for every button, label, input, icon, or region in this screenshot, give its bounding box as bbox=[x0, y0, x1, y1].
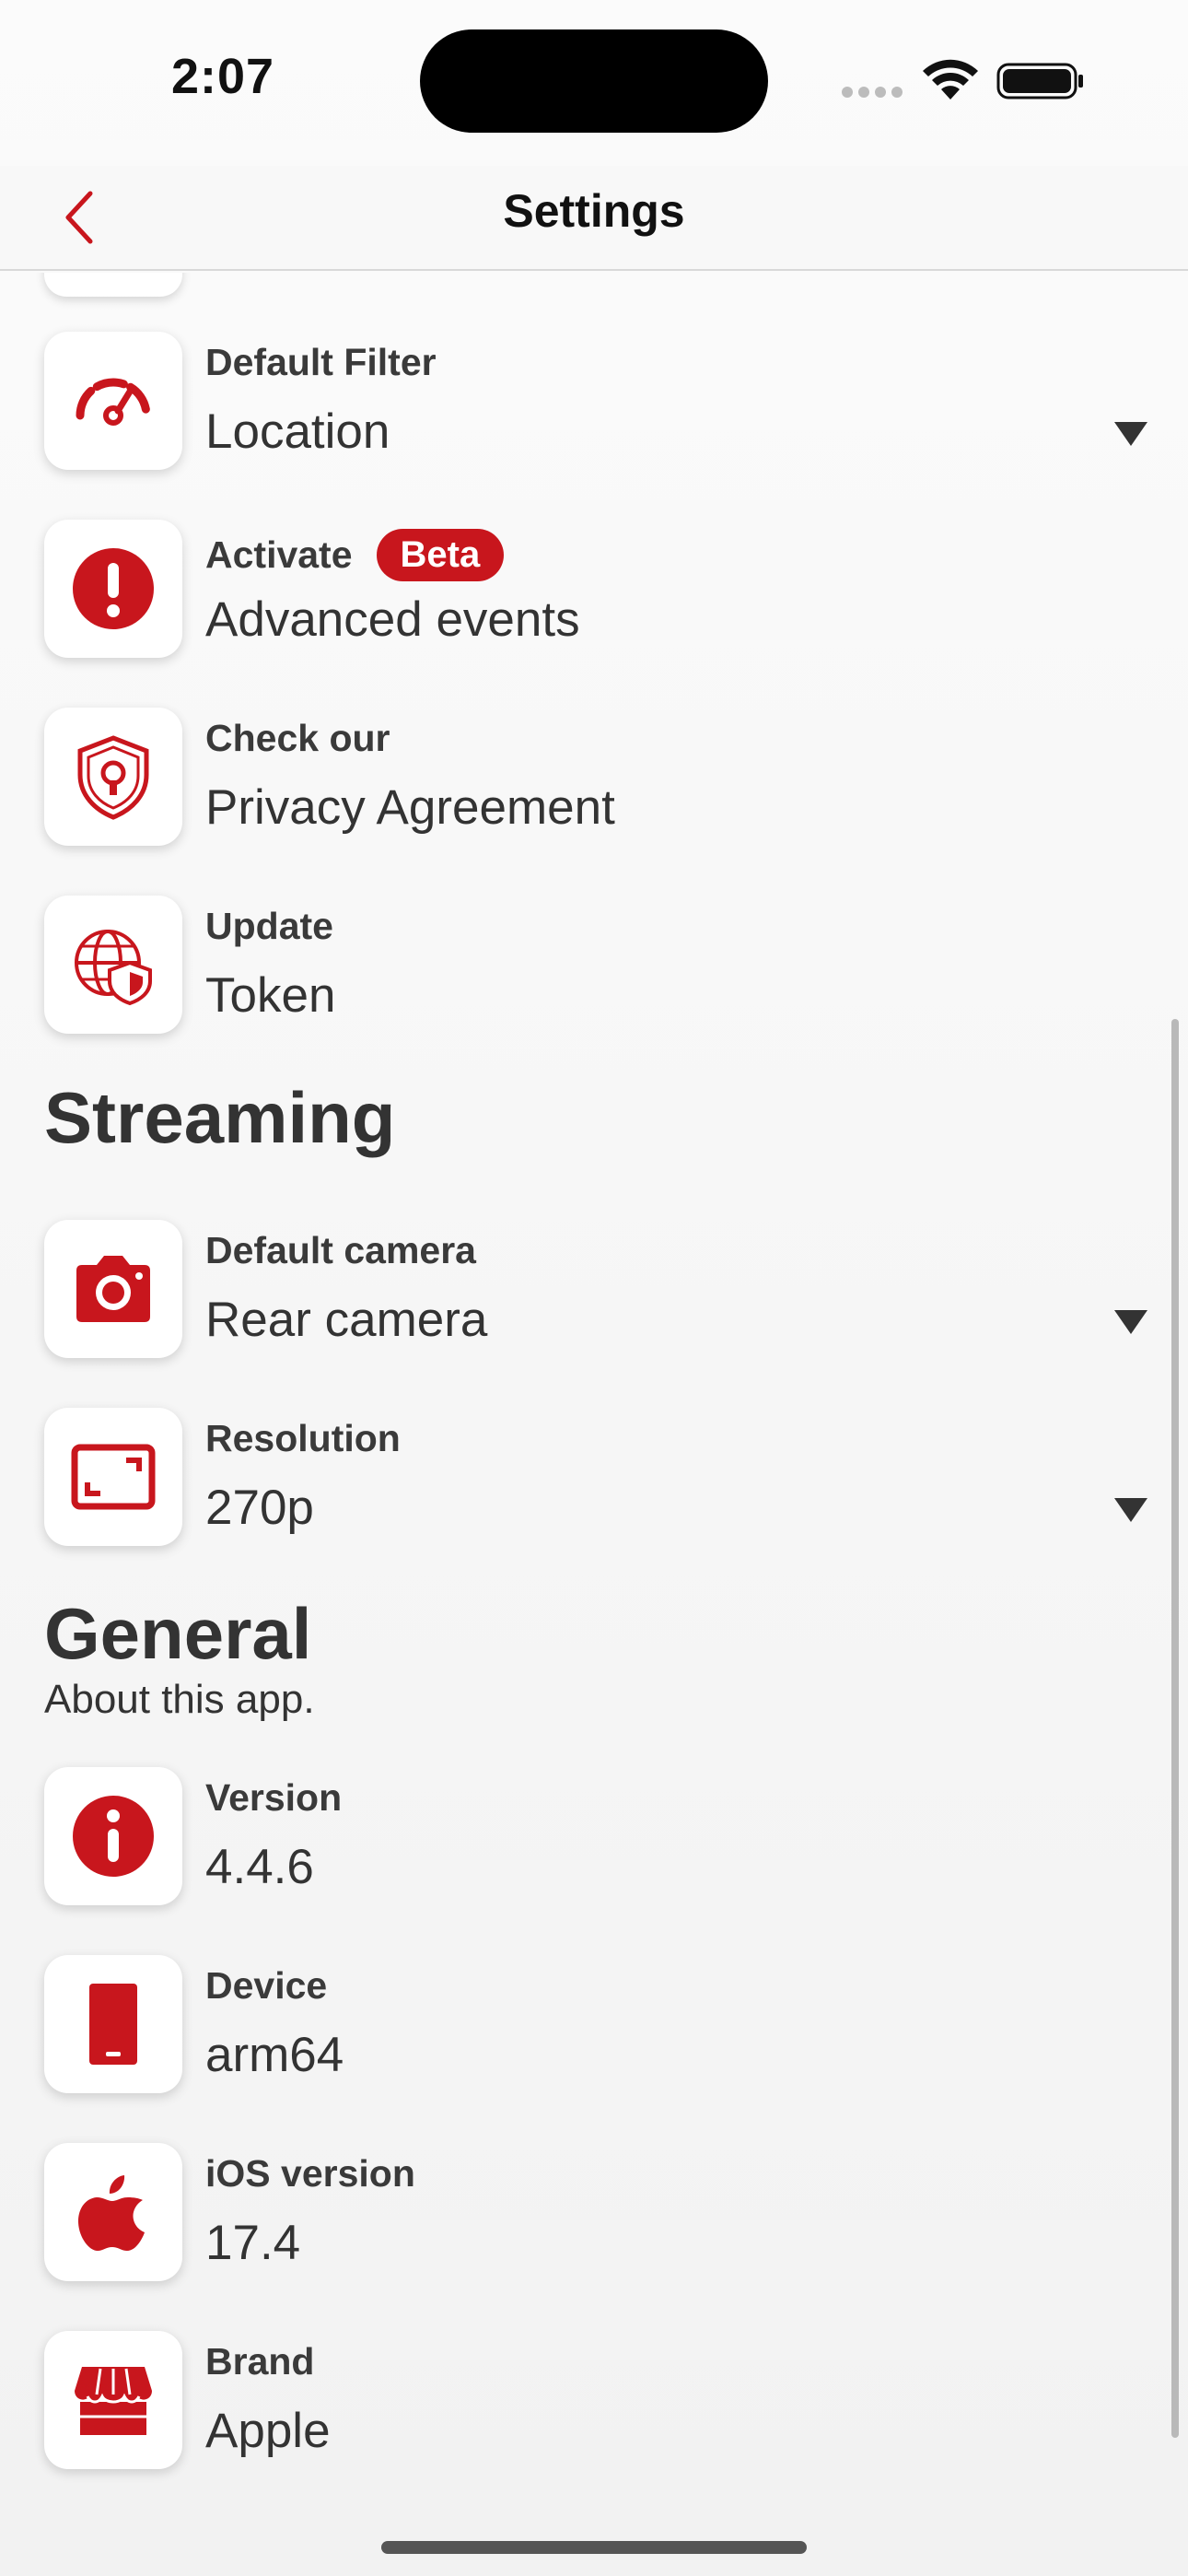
wifi-icon bbox=[923, 59, 978, 100]
row-label: Device bbox=[205, 1964, 328, 2007]
row-value: Advanced events bbox=[205, 592, 580, 647]
beta-badge: Beta bbox=[376, 529, 505, 581]
shield-lock-icon bbox=[44, 708, 182, 846]
row-label: Activate Beta bbox=[205, 529, 505, 581]
dropdown-arrow-icon[interactable] bbox=[1112, 420, 1149, 448]
home-indicator[interactable] bbox=[381, 2541, 807, 2554]
status-bar: 2:07 bbox=[0, 0, 1188, 166]
cellular-icon bbox=[842, 85, 906, 100]
row-version: Version 4.4.6 bbox=[44, 1767, 1149, 1905]
row-brand: Brand Apple bbox=[44, 2331, 1149, 2469]
settings-list[interactable]: Default Filter Location Activate Beta Ad… bbox=[0, 273, 1188, 2484]
row-value: 4.4.6 bbox=[205, 1840, 314, 1894]
row-update-token[interactable]: Update Token bbox=[44, 896, 1149, 1034]
row-value: Privacy Agreement bbox=[205, 780, 615, 835]
row-privacy-agreement[interactable]: Check our Privacy Agreement bbox=[44, 708, 1149, 846]
row-value: Location bbox=[205, 404, 390, 459]
row-label: Update bbox=[205, 905, 333, 947]
row-label-text: Activate bbox=[205, 533, 353, 576]
row-resolution[interactable]: Resolution 270p bbox=[44, 1408, 1149, 1546]
navigation-bar: Settings bbox=[0, 166, 1188, 271]
partially-visible-row bbox=[44, 273, 182, 297]
row-advanced-events[interactable]: Activate Beta Advanced events bbox=[44, 520, 1149, 658]
row-default-filter[interactable]: Default Filter Location bbox=[44, 332, 1149, 470]
row-value: 270p bbox=[205, 1481, 314, 1535]
status-time: 2:07 bbox=[171, 49, 275, 104]
info-icon bbox=[44, 1767, 182, 1905]
speedometer-icon bbox=[44, 332, 182, 470]
row-value: Apple bbox=[205, 2404, 331, 2458]
row-label: iOS version bbox=[205, 2152, 415, 2195]
exclamation-icon bbox=[44, 520, 182, 658]
row-value: 17.4 bbox=[205, 2216, 301, 2270]
row-label: Version bbox=[205, 1776, 343, 1819]
apple-icon bbox=[44, 2143, 182, 2281]
dynamic-island bbox=[420, 29, 768, 133]
row-value: Rear camera bbox=[205, 1293, 488, 1347]
section-title-general: General bbox=[44, 1593, 312, 1674]
phone-icon bbox=[44, 1955, 182, 2093]
store-icon bbox=[44, 2331, 182, 2469]
page-title: Settings bbox=[503, 185, 685, 237]
row-label: Check our bbox=[205, 717, 390, 759]
resolution-icon bbox=[44, 1408, 182, 1546]
section-title-streaming: Streaming bbox=[44, 1077, 396, 1158]
row-ios-version: iOS version 17.4 bbox=[44, 2143, 1149, 2281]
row-default-camera[interactable]: Default camera Rear camera bbox=[44, 1220, 1149, 1358]
section-subtitle-general: About this app. bbox=[44, 1677, 315, 1722]
camera-icon bbox=[44, 1220, 182, 1358]
row-value: arm64 bbox=[205, 2028, 344, 2082]
row-label: Default camera bbox=[205, 1229, 476, 1271]
globe-shield-icon bbox=[44, 896, 182, 1034]
row-label: Resolution bbox=[205, 1417, 401, 1459]
scroll-indicator[interactable] bbox=[1171, 1019, 1179, 2438]
dropdown-arrow-icon[interactable] bbox=[1112, 1496, 1149, 1524]
battery-icon bbox=[996, 63, 1083, 100]
row-value: Token bbox=[205, 968, 336, 1023]
row-label: Default Filter bbox=[205, 341, 437, 383]
dropdown-arrow-icon[interactable] bbox=[1112, 1308, 1149, 1336]
row-device: Device arm64 bbox=[44, 1955, 1149, 2093]
row-label: Brand bbox=[205, 2340, 315, 2383]
